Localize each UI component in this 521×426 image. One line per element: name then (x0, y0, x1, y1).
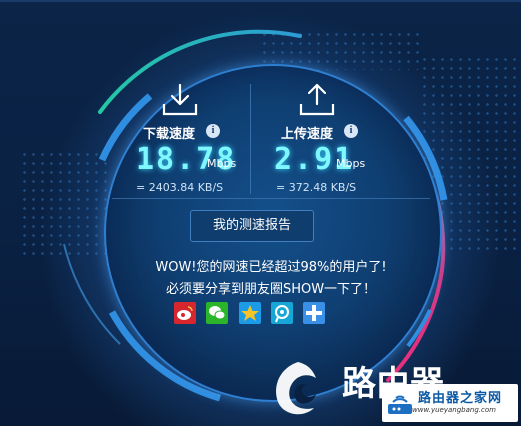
upload-unit: Mbps (336, 157, 366, 170)
download-info-icon[interactable]: i (206, 124, 220, 138)
download-kbps: = 2403.84 KB/S (136, 181, 224, 194)
upload-info-icon[interactable]: i (344, 124, 358, 138)
site-badge: 路由器之家网 www.yueyangbang.com (382, 384, 518, 422)
horizontal-divider (112, 198, 430, 199)
router-logo-watermark-icon (276, 362, 316, 415)
upload-icon (299, 83, 335, 116)
speed-report-button[interactable]: 我的测速报告 (190, 210, 314, 242)
download-label: 下载速度 (143, 127, 196, 142)
more-plus-icon[interactable] (303, 302, 325, 324)
share-prompt: 必须要分享到朋友圈SHOW一下了！ (165, 282, 377, 297)
site-url: www.yueyangbang.com (412, 406, 496, 414)
site-title: 路由器之家网 (418, 391, 503, 406)
upload-label: 上传速度 (281, 127, 334, 142)
router-icon (388, 395, 412, 414)
download-icon (162, 83, 198, 116)
download-unit: Mbps (207, 157, 237, 170)
result-message: WOW!您的网速已经超过98%的用户了! (155, 260, 387, 275)
vertical-divider (250, 84, 251, 194)
upload-kbps: = 372.48 KB/S (276, 181, 357, 194)
qzone-icon[interactable] (239, 302, 261, 324)
wechat-icon[interactable] (206, 302, 228, 324)
weibo-icon[interactable] (174, 302, 196, 324)
tencent-weibo-icon[interactable] (271, 302, 293, 324)
